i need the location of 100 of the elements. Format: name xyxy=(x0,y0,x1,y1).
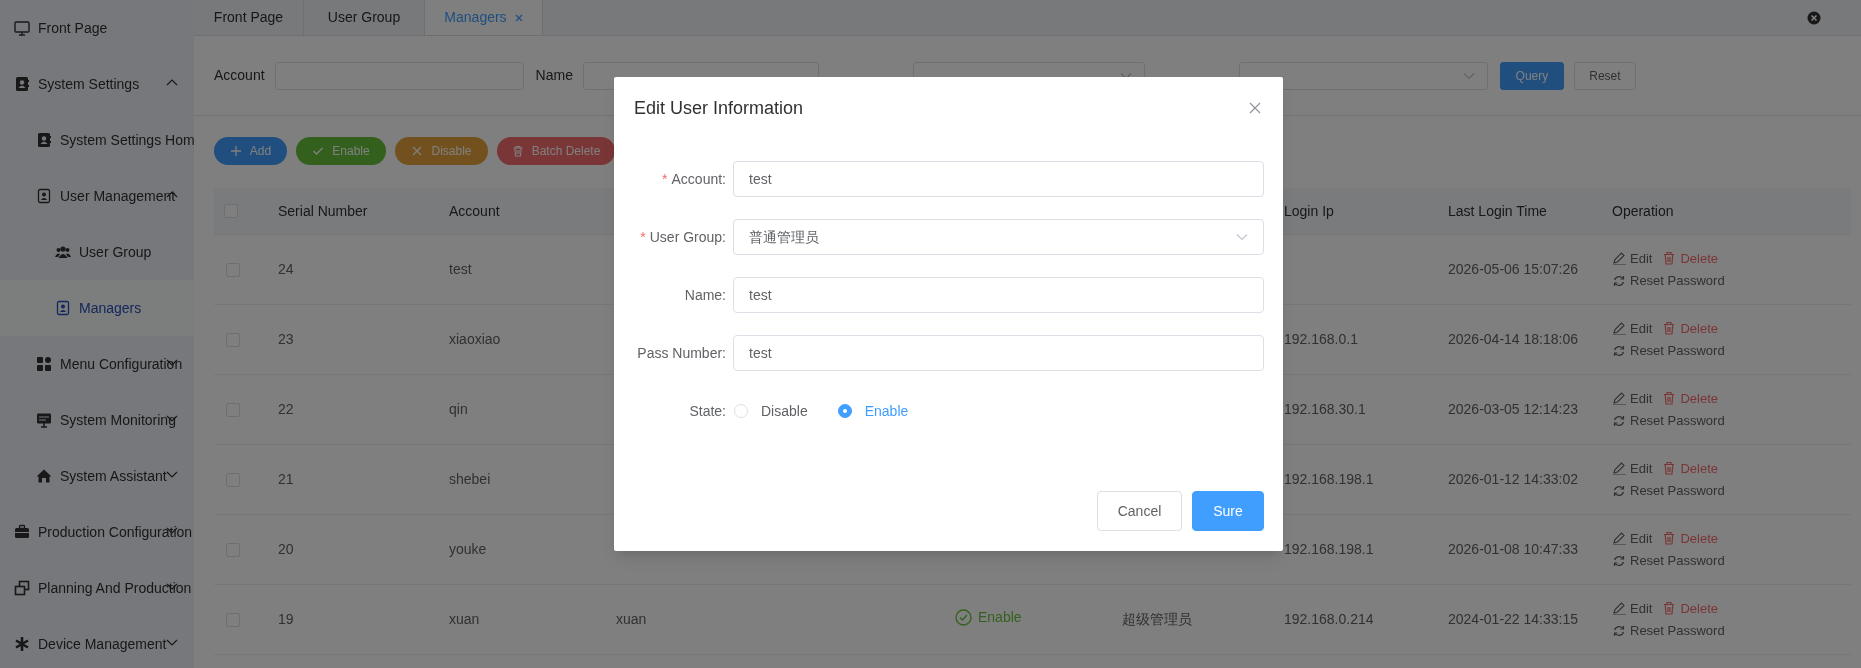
tab[interactable]: Managers xyxy=(425,0,543,35)
sidebar-item[interactable]: Managers xyxy=(0,280,194,336)
chevron-down-icon xyxy=(166,582,178,591)
pencil-icon xyxy=(1612,461,1626,476)
refresh-icon xyxy=(1612,623,1626,638)
sidebar-item[interactable]: System Monitoring xyxy=(0,392,194,448)
reset-button[interactable]: Reset xyxy=(1573,61,1636,90)
field-label: Account xyxy=(214,66,265,85)
sidebar-item[interactable]: Production Configuration xyxy=(0,504,194,560)
chevron-down-icon xyxy=(166,470,178,479)
edit-link[interactable]: Edit xyxy=(1612,528,1653,548)
sidebar-item[interactable]: Front Page xyxy=(0,0,194,56)
table-cell: 2026-05-06 15:07:26 xyxy=(1448,261,1578,277)
chevron-down-icon xyxy=(166,638,178,647)
contact-card-icon xyxy=(36,188,52,204)
select-field[interactable] xyxy=(1238,61,1488,90)
field-label: Name: xyxy=(683,285,727,305)
radio-option[interactable]: Enable xyxy=(837,400,909,422)
reset-password-link[interactable]: Reset Password xyxy=(1612,271,1725,291)
edit-link[interactable]: Edit xyxy=(1612,318,1653,338)
edit-link[interactable]: Edit xyxy=(1612,598,1653,618)
contact-card-icon xyxy=(36,132,52,148)
query-button[interactable]: Query xyxy=(1499,61,1564,90)
column-header: Login Ip xyxy=(1284,202,1334,219)
field-label: * User Group: xyxy=(639,227,727,247)
radio-option[interactable]: Disable xyxy=(734,400,808,422)
sidebar-item[interactable]: Device Management xyxy=(0,616,194,668)
cancel-button[interactable]: Cancel xyxy=(1097,491,1182,531)
action-button[interactable]: Disable xyxy=(395,137,488,165)
table-cell: 2026-01-12 14:33:02 xyxy=(1448,471,1578,487)
edit-link[interactable]: Edit xyxy=(1612,458,1653,478)
sidebar-item[interactable]: Planning And Production xyxy=(0,560,194,616)
pencil-icon xyxy=(1612,321,1626,336)
table-cell: 22 xyxy=(278,401,294,417)
windows-icon xyxy=(14,580,30,596)
table-cell: 19 xyxy=(278,611,294,627)
table-cell: 2026-03-05 12:14:23 xyxy=(1448,401,1578,417)
table-cell: 21 xyxy=(278,471,294,487)
contact-card-icon xyxy=(14,76,30,92)
text-field[interactable]: test xyxy=(733,161,1264,197)
reset-password-link[interactable]: Reset Password xyxy=(1612,621,1725,641)
dialog-title: Edit User Information xyxy=(634,96,804,120)
trash-icon xyxy=(511,145,524,157)
column-header: Last Login Time xyxy=(1448,202,1547,219)
field-label: * Account: xyxy=(661,169,727,189)
check-icon xyxy=(312,145,325,157)
contact-card-icon xyxy=(55,300,71,316)
table-cell: xiaoxiao xyxy=(449,331,501,347)
table-cell: test xyxy=(449,261,472,277)
sidebar-item[interactable]: Menu Configuration xyxy=(0,336,194,392)
close-icon[interactable] xyxy=(1249,102,1261,114)
sidebar-item[interactable]: User Management xyxy=(0,168,194,224)
table-cell: 24 xyxy=(278,261,294,277)
table-cell: 23 xyxy=(278,331,294,347)
refresh-icon xyxy=(1612,343,1626,358)
users-icon xyxy=(55,244,71,260)
delete-link[interactable]: Delete xyxy=(1662,388,1718,408)
delete-link[interactable]: Delete xyxy=(1662,528,1718,548)
delete-link[interactable]: Delete xyxy=(1662,318,1718,338)
monitor-icon xyxy=(36,412,52,428)
action-button[interactable]: Add xyxy=(214,137,287,165)
table-cell: shebei xyxy=(449,471,491,487)
table-cell: 192.168.198.1 xyxy=(1284,471,1374,487)
edit-link[interactable]: Edit xyxy=(1612,388,1653,408)
reset-password-link[interactable]: Reset Password xyxy=(1612,481,1725,501)
column-header: Operation xyxy=(1612,202,1674,219)
sure-button[interactable]: Sure xyxy=(1192,491,1264,531)
close-all-icon[interactable] xyxy=(1807,10,1821,25)
pencil-icon xyxy=(1612,601,1626,616)
text-field[interactable]: test xyxy=(733,277,1264,313)
trash-icon xyxy=(1662,461,1677,476)
delete-link[interactable]: Delete xyxy=(1662,248,1718,268)
pencil-icon xyxy=(1612,531,1626,546)
delete-link[interactable]: Delete xyxy=(1662,598,1718,618)
table-cell: xuan xyxy=(449,611,480,627)
sidebar-item[interactable]: System Settings Hom xyxy=(0,112,194,168)
sidebar-item[interactable]: System Assistant xyxy=(0,448,194,504)
select-field[interactable]: 普通管理员 xyxy=(733,219,1264,255)
table-cell: youke xyxy=(449,541,487,557)
asterisk-icon xyxy=(14,636,30,652)
reset-password-link[interactable]: Reset Password xyxy=(1612,551,1725,571)
plus-icon xyxy=(229,145,242,157)
table-cell: 2024-01-22 14:33:15 xyxy=(1448,611,1578,627)
column-header: Account xyxy=(449,202,500,219)
action-button[interactable]: Batch Delete xyxy=(497,137,615,165)
text-field[interactable]: test xyxy=(733,335,1264,371)
trash-icon xyxy=(1662,321,1677,336)
reset-password-link[interactable]: Reset Password xyxy=(1612,341,1725,361)
refresh-icon xyxy=(1612,273,1626,288)
trash-icon xyxy=(1662,391,1677,406)
sidebar-item[interactable]: System Settings xyxy=(0,56,194,112)
edit-link[interactable]: Edit xyxy=(1612,248,1653,268)
chevron-down-icon xyxy=(166,526,178,535)
delete-link[interactable]: Delete xyxy=(1662,458,1718,478)
sidebar-item[interactable]: User Group xyxy=(0,224,194,280)
reset-password-link[interactable]: Reset Password xyxy=(1612,411,1725,431)
tab[interactable]: Front Page xyxy=(194,0,304,35)
close-icon[interactable] xyxy=(514,13,523,22)
action-button[interactable]: Enable xyxy=(296,137,386,165)
table-cell: 20 xyxy=(278,541,294,557)
